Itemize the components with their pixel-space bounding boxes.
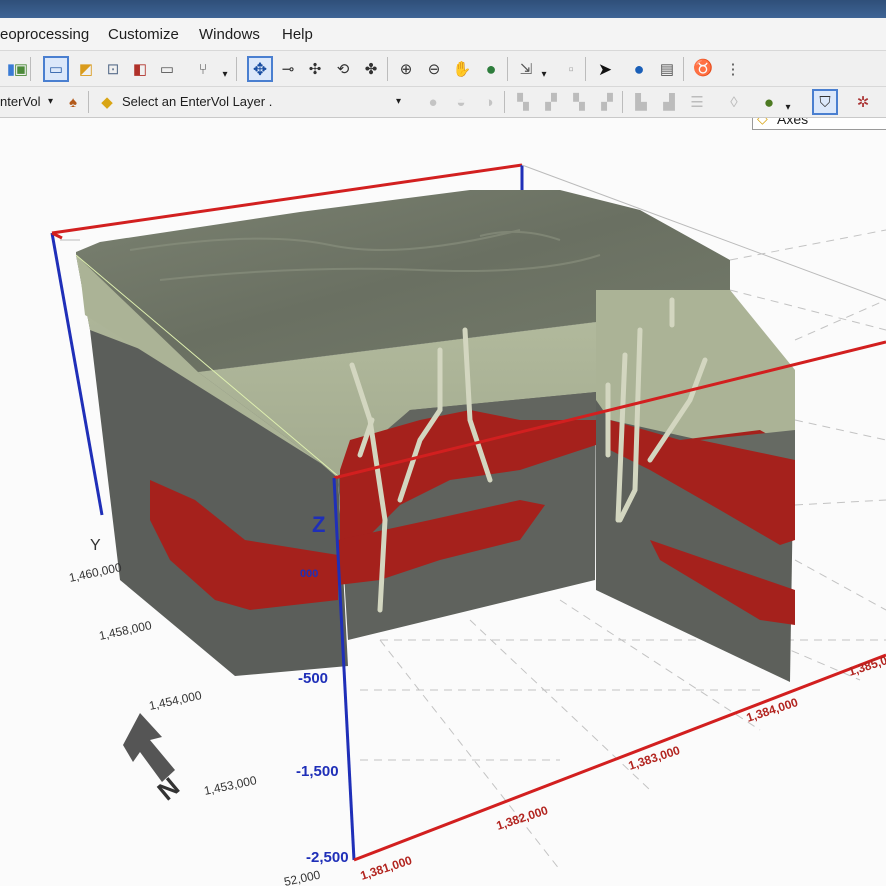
menu-windows[interactable]: Windows	[199, 26, 260, 43]
z-tick-label: -2,500	[306, 849, 349, 866]
measure-icon[interactable]: ⋮	[722, 58, 744, 80]
y-tick-label: 1,458,000	[98, 618, 153, 643]
display-icon[interactable]: ▭	[156, 58, 178, 80]
x-tick-label: 1,382,000	[495, 803, 550, 833]
menu-geoprocessing[interactable]: eoprocessing	[0, 26, 89, 43]
section-icon[interactable]: ▞	[596, 91, 618, 113]
entervol-acorn-icon[interactable]: ♠	[62, 91, 84, 113]
y-tick-label: 1,454,000	[148, 688, 203, 713]
data-view-icon[interactable]: ▭	[43, 56, 69, 82]
fly-icon[interactable]: ✤	[360, 58, 382, 80]
html-popup-icon[interactable]: ▤	[656, 58, 678, 80]
explode-icon[interactable]: ▞	[540, 91, 562, 113]
menu-customize[interactable]: Customize	[108, 26, 179, 43]
toolbar-divider	[387, 57, 388, 81]
fence-icon[interactable]: ▚	[568, 91, 590, 113]
entervol-toolbar: nterVol ▾ ♠ ◆ Select an EnterVol Layer .…	[0, 86, 886, 118]
refresh-view-icon[interactable]: ◧	[129, 58, 151, 80]
rotate-icon[interactable]: ▟	[658, 91, 680, 113]
slice-icon[interactable]: ◒	[450, 91, 472, 113]
zoom-out-icon[interactable]: ⊖	[423, 58, 445, 80]
3d-scene-viewport[interactable]: Y 1,460,000 1,458,000 1,454,000 1,453,00…	[0, 117, 886, 886]
geology-icon[interactable]: ●	[758, 91, 780, 113]
geologic-block	[75, 190, 795, 682]
z-tick-label: -1,500	[296, 763, 339, 780]
toolbar-divider	[88, 91, 89, 113]
line-tool-icon[interactable]: ⊸	[277, 58, 299, 80]
full-extent-globe-icon[interactable]: ●	[480, 58, 502, 80]
zoom-to-layer-icon[interactable]: ⇲	[515, 58, 537, 80]
identify-icon[interactable]: ●	[628, 58, 650, 80]
layer-select-dropdown[interactable]: Select an EnterVol Layer .	[122, 94, 272, 109]
isosurface-icon[interactable]: ◑	[478, 91, 500, 113]
y-tick-label: 1,453,000	[203, 773, 258, 798]
entervol-menu-label[interactable]: nterVol	[0, 94, 40, 109]
window-title-strip	[0, 0, 886, 18]
stack-icon[interactable]: ☰	[686, 91, 708, 113]
layout-view-icon[interactable]: ⊡	[102, 58, 124, 80]
map-layout-icon[interactable]: ▣	[10, 58, 32, 80]
y-tick-label: 52,000	[283, 868, 322, 886]
x-tick-label: 1,383,000	[627, 743, 682, 773]
toolbar-divider	[585, 57, 586, 81]
entervol-menu-arrow[interactable]: ▾	[48, 96, 53, 107]
layer-diamond-icon: ◆	[101, 93, 113, 111]
zoom-in-icon[interactable]: ⊕	[395, 58, 417, 80]
x-tick-label: 1,385,000	[847, 649, 886, 679]
x-tick-label: 1,381,000	[359, 853, 414, 883]
probe-icon[interactable]: ●	[422, 91, 444, 113]
select-features-icon[interactable]: ▫	[560, 58, 582, 80]
toolbar-divider	[683, 57, 684, 81]
pan-move-icon[interactable]: ✥	[247, 56, 273, 82]
north-label: N	[151, 771, 185, 806]
y-axis-label: Y	[90, 537, 101, 554]
pan-hand-icon[interactable]: ✋	[451, 58, 473, 80]
tube-icon[interactable]: ◊	[723, 91, 745, 113]
z-axis-sub-label: 000	[300, 568, 318, 580]
volume-render-icon[interactable]: ⛉	[812, 89, 838, 115]
toolbar-divider	[504, 91, 505, 113]
navigate-icon[interactable]: ✣	[304, 58, 326, 80]
extra-tool-icon[interactable]: ✲	[852, 91, 874, 113]
toolbar-divider	[622, 91, 623, 113]
dropdown-arrow-icon[interactable]: ▾	[219, 64, 231, 86]
y-tick-label: 1,460,000	[68, 560, 123, 585]
select-arrow-icon[interactable]: ➤	[594, 58, 616, 80]
cut-icon[interactable]: ▚	[512, 91, 534, 113]
menu-bar: eoprocessing Customize Windows Help	[0, 18, 886, 50]
dropdown-arrow-icon[interactable]: ▾	[782, 97, 794, 119]
z-tick-label: -500	[298, 670, 328, 687]
toolbar-divider	[507, 57, 508, 81]
north-arrow: N	[123, 713, 185, 806]
find-binoculars-icon[interactable]: ♉	[692, 58, 714, 80]
add-data-icon[interactable]: ◩	[75, 58, 97, 80]
menu-help[interactable]: Help	[282, 26, 313, 43]
scale-icon[interactable]: ▙	[630, 91, 652, 113]
layer-select-arrow[interactable]: ▾	[396, 96, 401, 107]
orbit-icon[interactable]: ⟲	[332, 58, 354, 80]
network-icon[interactable]: ⑂	[192, 58, 214, 80]
standard-toolbar: ▮ ▣ ▭ ◩ ⊡ ◧ ▭ ⑂ ▾ ✥ ⊸ ✣ ⟲ ✤ ⊕ ⊖ ✋ ● ⇲ ▾ …	[0, 50, 886, 130]
z-axis-label: Z	[312, 512, 325, 537]
toolbar-divider	[236, 57, 237, 81]
dropdown-arrow-icon[interactable]: ▾	[538, 64, 550, 86]
